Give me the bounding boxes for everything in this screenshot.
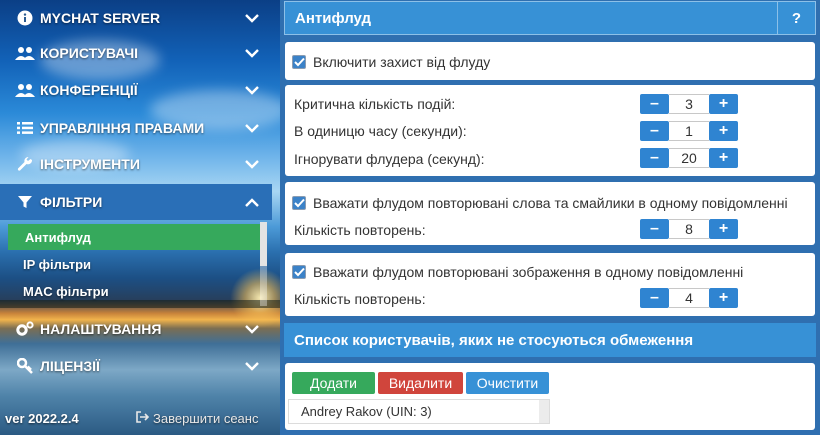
increment-button[interactable]: + [709, 148, 738, 168]
repeat-words-checkbox[interactable]: Вважати флудом повторювані слова та смай… [292, 195, 788, 211]
repeat-words-stepper: – 8 + [640, 219, 738, 239]
subnav-label: MAC фільтри [23, 283, 109, 299]
stepper-value[interactable]: 3 [669, 94, 709, 114]
chevron-up-icon [242, 197, 262, 207]
increment-button[interactable]: + [709, 94, 738, 114]
nav-filters[interactable]: ФІЛЬТРИ [0, 184, 272, 220]
nav-label: ФІЛЬТРИ [40, 194, 103, 210]
chevron-down-icon [242, 85, 262, 95]
remove-user-button[interactable]: Видалити [378, 372, 463, 394]
nav-label: НАЛАШТУВАННЯ [40, 321, 162, 337]
repeat-words-panel: Вважати флудом повторювані слова та смай… [285, 182, 815, 245]
field-label: Кількість повторень: [294, 222, 426, 238]
chevron-down-icon [242, 13, 262, 23]
checkbox[interactable] [292, 265, 306, 279]
stepper-value[interactable]: 20 [669, 148, 709, 168]
add-user-button[interactable]: Додати [292, 372, 375, 394]
exceptions-header: Список користувачів, яких не стосуються … [284, 323, 816, 357]
users-icon [14, 45, 36, 61]
info-icon [14, 10, 36, 26]
key-icon [14, 358, 36, 374]
page-title: Антифлуд [295, 9, 372, 27]
wrench-icon [14, 156, 36, 172]
checkbox-label: Вважати флудом повторювані слова та смай… [313, 195, 788, 211]
decrement-button[interactable]: – [640, 148, 669, 168]
scrollbar-thumb[interactable] [260, 222, 267, 266]
decrement-button[interactable]: – [640, 288, 669, 308]
page-header: Антифлуд ? [284, 1, 816, 35]
nav-label: УПРАВЛІННЯ ПРАВАМИ [40, 120, 205, 136]
filter-icon [14, 195, 36, 209]
list-scrollbar[interactable] [539, 400, 549, 423]
clear-list-button[interactable]: Очистити [466, 372, 549, 394]
nav-users[interactable]: КОРИСТУВАЧІ [0, 35, 272, 71]
sidebar: MYCHAT SERVER КОРИСТУВАЧІ КОНФЕРЕНЦІЇ УП… [0, 0, 280, 435]
stepper-value[interactable]: 4 [669, 288, 709, 308]
increment-button[interactable]: + [709, 219, 738, 239]
list-icon [14, 121, 36, 135]
users-icon [14, 82, 36, 98]
field-label: Кількість повторень: [294, 291, 426, 307]
chevron-down-icon [242, 123, 262, 133]
checkbox[interactable] [292, 196, 306, 210]
logout-link[interactable]: Завершити сеанс [136, 411, 258, 426]
repeat-images-checkbox[interactable]: Вважати флудом повторювані зображення в … [292, 264, 743, 280]
field-label: В одиницю часу (секунди): [294, 123, 467, 139]
logout-label: Завершити сеанс [153, 411, 259, 426]
submenu-scrollbar[interactable] [260, 222, 267, 306]
enable-panel: Включити захист від флуду [285, 42, 815, 80]
chevron-down-icon [242, 324, 262, 334]
nav-settings[interactable]: НАЛАШТУВАННЯ [0, 311, 272, 347]
nav-label: ІНСТРУМЕНТИ [40, 156, 140, 172]
version-text: ver 2022.2.4 [5, 411, 79, 426]
nav-label: КОНФЕРЕНЦІЇ [40, 82, 138, 98]
nav-conferences[interactable]: КОНФЕРЕНЦІЇ [0, 72, 272, 108]
time-unit-stepper: – 1 + [640, 121, 738, 141]
critical-events-stepper: – 3 + [640, 94, 738, 114]
decrement-button[interactable]: – [640, 219, 669, 239]
checkbox-label: Включити захист від флуду [313, 54, 491, 70]
subnav-ip-filters[interactable]: IP фільтри [8, 251, 260, 277]
field-label: Критична кількість подій: [294, 96, 456, 112]
repeat-images-stepper: – 4 + [640, 288, 738, 308]
flood-limits-panel: Критична кількість подій: – 3 + В одиниц… [285, 85, 815, 176]
increment-button[interactable]: + [709, 288, 738, 308]
checkbox[interactable] [292, 55, 306, 69]
nav-tools[interactable]: ІНСТРУМЕНТИ [0, 146, 272, 182]
stepper-value[interactable]: 8 [669, 219, 709, 239]
nav-label: ЛІЦЕНЗІЇ [40, 358, 100, 374]
subnav-antiflood[interactable]: Антифлуд [8, 224, 260, 250]
ignore-flooder-stepper: – 20 + [640, 148, 738, 168]
nav-rights-management[interactable]: УПРАВЛІННЯ ПРАВАМИ [0, 110, 272, 146]
main-content: Антифлуд ? Включити захист від флуду Кри… [280, 0, 820, 435]
repeat-images-panel: Вважати флудом повторювані зображення в … [285, 253, 815, 316]
logout-icon [136, 411, 150, 426]
nav-licenses[interactable]: ЛІЦЕНЗІЇ [0, 348, 272, 384]
checkbox-label: Вважати флудом повторювані зображення в … [313, 264, 744, 280]
chevron-down-icon [242, 159, 262, 169]
list-item[interactable]: Andrey Rakov (UIN: 3) [289, 400, 539, 423]
subnav-label: Антифлуд [25, 229, 91, 245]
nav-label: MYCHAT SERVER [40, 10, 161, 26]
increment-button[interactable]: + [709, 121, 738, 141]
subnav-label: IP фільтри [23, 256, 92, 272]
field-label: Ігнорувати флудера (секунд): [294, 151, 485, 167]
nav-mychat-server[interactable]: MYCHAT SERVER [0, 0, 272, 36]
chevron-down-icon [242, 48, 262, 58]
decrement-button[interactable]: – [640, 121, 669, 141]
excluded-users-list[interactable]: Andrey Rakov (UIN: 3) [288, 399, 550, 424]
enable-antiflood-checkbox[interactable]: Включити захист від флуду [292, 54, 490, 70]
nav-label: КОРИСТУВАЧІ [40, 45, 139, 61]
help-button[interactable]: ? [777, 2, 815, 34]
gear-icon [14, 321, 36, 337]
decrement-button[interactable]: – [640, 94, 669, 114]
stepper-value[interactable]: 1 [669, 121, 709, 141]
subnav-mac-filters[interactable]: MAC фільтри [8, 278, 260, 304]
chevron-down-icon [242, 361, 262, 371]
